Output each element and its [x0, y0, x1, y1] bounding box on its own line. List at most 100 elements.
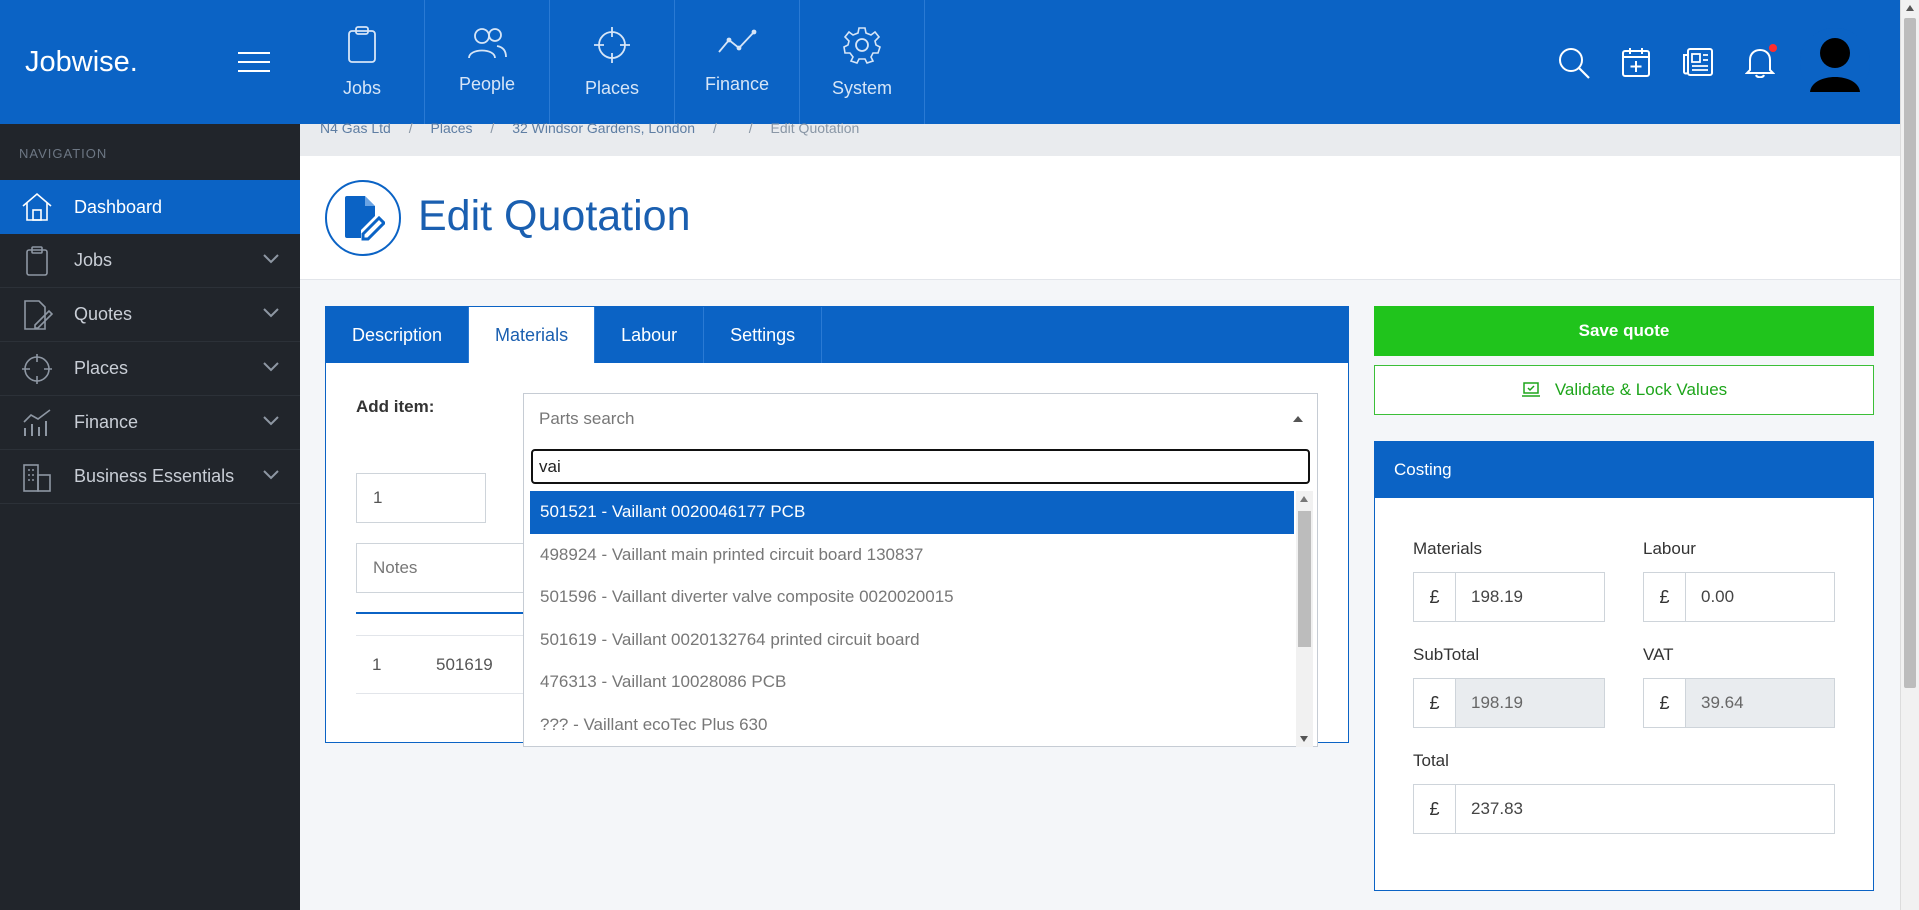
top-navigation: Jobs People Places Finance System — [300, 0, 1900, 124]
labour-field[interactable]: £ 0.00 — [1643, 572, 1835, 622]
vat-label: VAT — [1643, 645, 1674, 664]
quantity-input[interactable] — [356, 473, 486, 523]
materials-field[interactable]: £ 198.19 — [1413, 572, 1605, 622]
sidebar-item-jobs[interactable]: Jobs — [0, 234, 300, 288]
crosshair-icon — [0, 353, 74, 384]
labour-label: Labour — [1643, 539, 1696, 558]
top-tab-label: Jobs — [342, 78, 382, 98]
top-tab-places[interactable]: Places — [550, 0, 675, 124]
materials-value[interactable]: 198.19 — [1456, 573, 1604, 621]
breadcrumb: N4 Gas Ltd / Places / 32 Windsor Gardens… — [300, 121, 1900, 156]
scroll-up-icon[interactable] — [1906, 5, 1914, 11]
scroll-down-icon[interactable] — [1300, 736, 1308, 742]
chevron-down-icon — [263, 308, 279, 318]
currency-symbol: £ — [1414, 573, 1456, 621]
chart-icon — [0, 408, 74, 438]
brand-logo[interactable]: Jobwise. — [25, 46, 138, 79]
top-tab-label: People — [458, 74, 516, 94]
bell-icon[interactable] — [1744, 44, 1777, 83]
tab-description[interactable]: Description — [326, 307, 470, 363]
save-quote-button[interactable]: Save quote — [1374, 306, 1874, 356]
breadcrumb-separator: / — [712, 120, 717, 136]
breadcrumb-separator: / — [748, 120, 753, 136]
validate-lock-button[interactable]: Validate & Lock Values — [1374, 365, 1874, 415]
top-tab-system[interactable]: System — [800, 0, 925, 124]
validate-lock-label: Validate & Lock Values — [1554, 380, 1728, 399]
breadcrumb-separator: / — [408, 120, 413, 136]
parts-dropdown: 501521 - Vaillant 0020046177 PCB 498924 … — [523, 442, 1318, 747]
newspaper-icon[interactable] — [1682, 46, 1714, 83]
menu-toggle-icon[interactable] — [238, 52, 270, 72]
total-value[interactable]: 237.83 — [1456, 785, 1834, 833]
materials-label: Materials — [1413, 539, 1482, 558]
dropdown-scrollbar[interactable] — [1296, 491, 1313, 747]
crosshair-icon — [594, 27, 630, 63]
costing-panel: Costing Materials £ 198.19 Labour £ 0.00… — [1374, 441, 1874, 891]
search-icon[interactable] — [1557, 46, 1591, 85]
total-label: Total — [1413, 751, 1449, 770]
page-title: Edit Quotation — [418, 192, 691, 240]
currency-symbol: £ — [1644, 679, 1686, 727]
document-edit-icon — [325, 180, 401, 256]
clipboard-icon — [348, 26, 376, 63]
total-field[interactable]: £ 237.83 — [1413, 784, 1835, 834]
breadcrumb-link-address[interactable]: 32 Windsor Gardens, London — [512, 120, 695, 136]
row-qty: 1 — [372, 655, 382, 674]
sidebar-item-business-essentials[interactable]: Business Essentials — [0, 450, 300, 504]
chevron-down-icon — [263, 362, 279, 372]
list-item[interactable]: 498924 - Vaillant main printed circuit b… — [530, 534, 1294, 577]
add-item-label: Add item: — [356, 397, 435, 416]
list-item[interactable]: 476313 - Vaillant 10028086 PCB — [530, 661, 1294, 704]
currency-symbol: £ — [1644, 573, 1686, 621]
avatar[interactable] — [1800, 28, 1870, 98]
top-tab-label: Places — [584, 78, 640, 98]
tab-settings[interactable]: Settings — [704, 307, 823, 363]
parts-search-placeholder: Parts search — [539, 409, 635, 428]
gear-icon — [843, 27, 881, 64]
top-tab-finance[interactable]: Finance — [675, 0, 800, 124]
top-tab-label: System — [831, 78, 892, 98]
scroll-thumb[interactable] — [1904, 18, 1916, 688]
breadcrumb-separator: / — [490, 120, 495, 136]
page-header: Edit Quotation — [300, 156, 1900, 280]
clipboard-icon — [0, 245, 74, 277]
subtotal-field: £ 198.19 — [1413, 678, 1605, 728]
scroll-thumb[interactable] — [1298, 511, 1311, 647]
row-code: 501619 — [436, 655, 493, 674]
line-chart-icon — [718, 29, 757, 53]
sidebar-item-quotes[interactable]: Quotes — [0, 288, 300, 342]
home-icon — [0, 191, 74, 223]
currency-symbol: £ — [1414, 679, 1456, 727]
brand-bar: Jobwise. — [0, 0, 300, 124]
scroll-up-icon[interactable] — [1300, 496, 1308, 502]
page-scrollbar[interactable] — [1900, 0, 1919, 910]
list-item[interactable]: 501521 - Vaillant 0020046177 PCB — [530, 491, 1294, 534]
notification-badge — [1769, 44, 1777, 52]
subtotal-label: SubTotal — [1413, 645, 1480, 664]
sidebar-item-dashboard[interactable]: Dashboard — [0, 180, 300, 234]
calendar-add-icon[interactable] — [1620, 46, 1652, 83]
vat-field: £ 39.64 — [1643, 678, 1835, 728]
list-item[interactable]: 501619 - Vaillant 0020132764 printed cir… — [530, 619, 1294, 662]
list-item[interactable]: ??? - Vaillant ecoTec Plus 630 — [530, 704, 1294, 747]
nav-heading: NAVIGATION — [19, 146, 108, 161]
labour-value[interactable]: 0.00 — [1686, 573, 1834, 621]
parts-search-select[interactable]: Parts search — [523, 393, 1318, 443]
sidebar-item-places[interactable]: Places — [0, 342, 300, 396]
parts-options-list: 501521 - Vaillant 0020046177 PCB 498924 … — [530, 491, 1294, 747]
top-tab-jobs[interactable]: Jobs — [300, 0, 425, 124]
top-tab-people[interactable]: People — [425, 0, 550, 124]
breadcrumb-current: Edit Quotation — [770, 120, 860, 136]
document-edit-icon — [0, 299, 74, 331]
costing-title: Costing — [1375, 442, 1873, 498]
breadcrumb-link-places[interactable]: Places — [431, 120, 473, 136]
tab-labour[interactable]: Labour — [595, 307, 705, 363]
subtotal-value: 198.19 — [1456, 679, 1604, 727]
sidebar: Jobwise. NAVIGATION Dashboard Jobs Quote… — [0, 0, 300, 910]
parts-search-input[interactable] — [531, 449, 1310, 484]
breadcrumb-link-company[interactable]: N4 Gas Ltd — [320, 120, 391, 136]
sidebar-item-finance[interactable]: Finance — [0, 396, 300, 450]
tab-materials[interactable]: Materials — [469, 307, 596, 363]
vat-value: 39.64 — [1686, 679, 1834, 727]
list-item[interactable]: 501596 - Vaillant diverter valve composi… — [530, 576, 1294, 619]
